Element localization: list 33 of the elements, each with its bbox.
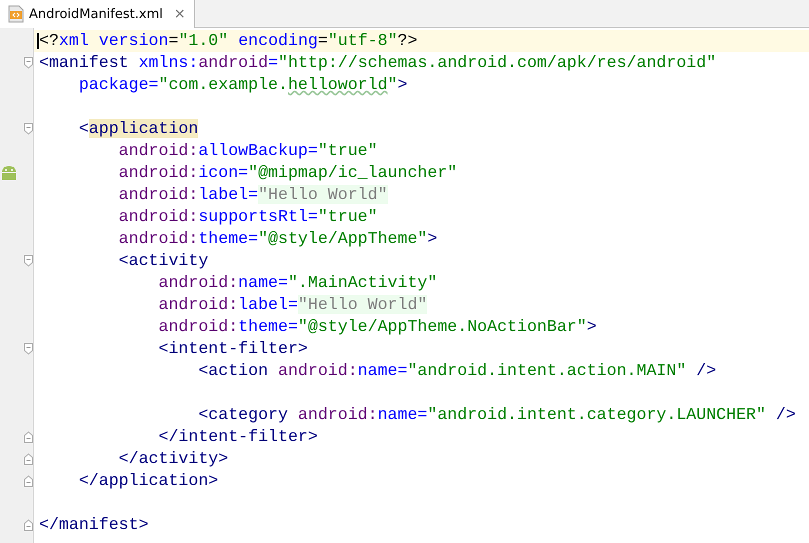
code-line: android:allowBackup="true" [118, 141, 378, 161]
code-line: android:theme="@style/AppTheme"> [118, 229, 438, 249]
code-line: <intent-filter> [157, 339, 308, 359]
code-line: </activity> [118, 449, 228, 469]
code-line: package="com.example.helloworld"> [78, 75, 408, 95]
code-line: android:supportsRtl="true" [118, 207, 378, 227]
code-line: </intent-filter> [157, 427, 318, 447]
code-line: <manifest xmlns:android="http://schemas.android.com/apk/res/android" [39, 53, 716, 73]
android-robot-icon [0, 165, 18, 181]
text-caret [37, 33, 39, 49]
fold-icon[interactable] [24, 57, 33, 69]
code-line: <action android:name="android.intent.action.MAIN" /> [197, 361, 716, 381]
code-line: <category android:name="android.intent.category.LAUNCHER" /> [197, 405, 796, 425]
code-line: android:name=".MainActivity" [157, 273, 438, 293]
code-line: android:theme="@style/AppTheme.NoActionBar"> [157, 317, 597, 337]
code-line: <?xml version="1.0" encoding="utf-8"?> [39, 31, 418, 51]
editor-tab[interactable]: AndroidManifest.xml × [0, 0, 195, 28]
xml-file-icon [8, 5, 24, 23]
fold-icon[interactable] [24, 343, 33, 355]
code-line: android:icon="@mipmap/ic_launcher" [118, 163, 458, 183]
code-line: </application> [78, 471, 218, 491]
code-line: <application [78, 119, 198, 139]
code-line: android:label="Hello World" [157, 295, 428, 315]
fold-icon[interactable] [24, 123, 33, 135]
fold-end-icon[interactable] [24, 453, 33, 465]
close-button[interactable]: × [174, 6, 186, 22]
fold-end-icon[interactable] [24, 519, 33, 531]
fold-icon[interactable] [24, 255, 33, 267]
code-line: </manifest> [39, 515, 149, 535]
fold-end-icon[interactable] [24, 431, 33, 443]
code-line: <activity [118, 251, 208, 271]
fold-end-icon[interactable] [24, 475, 33, 487]
code-line: android:label="Hello World" [118, 185, 388, 205]
